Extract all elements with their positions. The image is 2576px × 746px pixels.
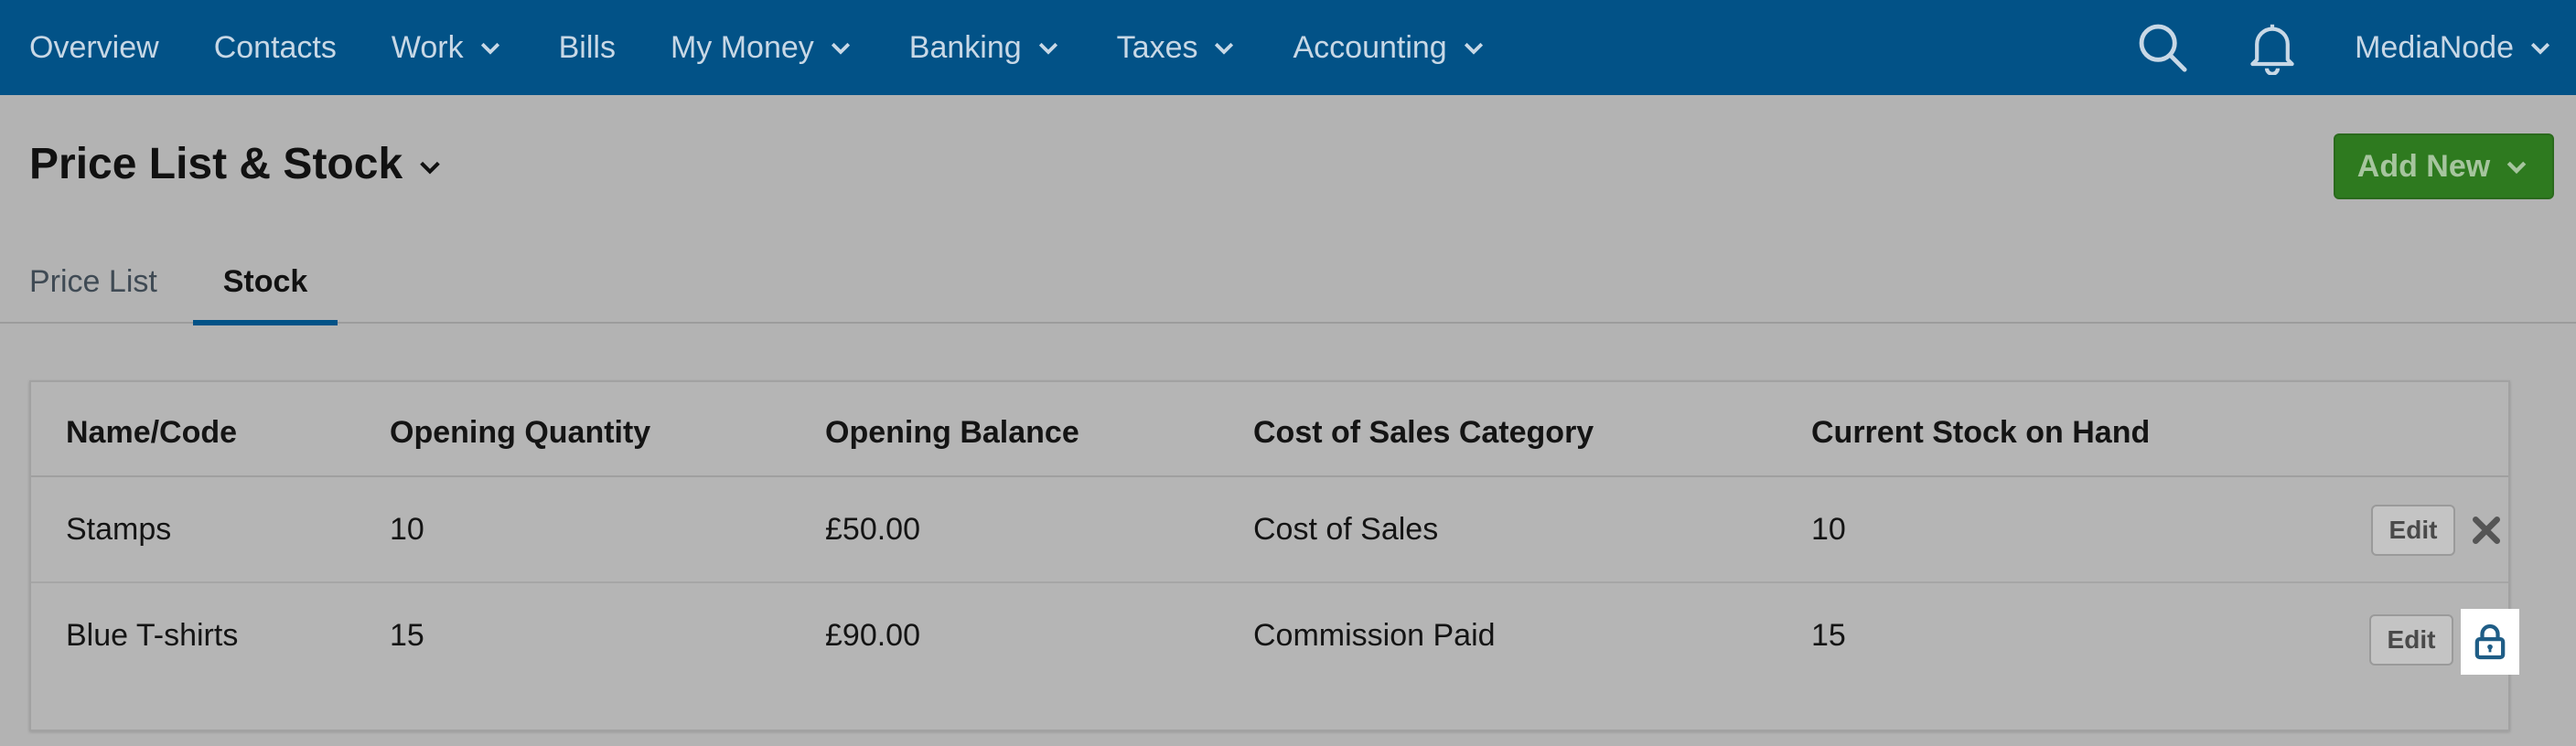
nav-right-tools: MediaNode: [2135, 0, 2554, 95]
nav-item-label: Accounting: [1293, 29, 1447, 65]
edit-button[interactable]: Edit: [2369, 614, 2453, 666]
stock-table: Name/Code Opening Quantity Opening Balan…: [29, 380, 2519, 731]
user-name: MediaNode: [2355, 29, 2514, 65]
search-icon[interactable]: [2135, 20, 2190, 75]
column-header[interactable]: Current Stock on Hand: [1811, 415, 2150, 451]
cost-of-sales-category: Cost of Sales: [1253, 512, 1439, 547]
chevron-down-icon: [1215, 42, 1234, 55]
nav-item-label: Taxes: [1116, 29, 1198, 65]
table-header-row: Name/Code Opening Quantity Opening Balan…: [31, 382, 2508, 477]
chevron-down-icon: [420, 161, 440, 175]
nav-item-label: Contacts: [213, 29, 337, 65]
nav-item-accounting[interactable]: Accounting: [1293, 0, 1487, 95]
nav-item-label: My Money: [670, 29, 814, 65]
page-title-dropdown[interactable]: Price List & Stock: [29, 139, 443, 189]
nav-item-label: Overview: [29, 29, 159, 65]
page-title: Price List & Stock: [29, 140, 403, 188]
edit-button[interactable]: Edit: [2371, 505, 2455, 556]
chevron-down-icon: [2506, 161, 2527, 175]
opening-quantity: 10: [390, 512, 424, 547]
stock-on-hand: 15: [1811, 618, 1846, 653]
nav-item-my-money[interactable]: My Money: [671, 0, 854, 95]
nav-item-taxes[interactable]: Taxes: [1117, 0, 1239, 95]
add-new-button[interactable]: Add New: [2334, 133, 2554, 199]
tab-bar: Price List Stock: [0, 240, 2576, 325]
chevron-down-icon: [480, 42, 499, 55]
chevron-down-icon: [2530, 42, 2550, 55]
item-name: Stamps: [66, 512, 172, 547]
nav-item-overview[interactable]: Overview: [29, 0, 159, 95]
chevron-down-icon: [1038, 42, 1057, 55]
main-nav-menu: Overview Contacts Work Bills My Money Ba…: [29, 0, 1542, 95]
column-header[interactable]: Opening Quantity: [390, 415, 650, 451]
user-menu[interactable]: MediaNode: [2355, 30, 2554, 66]
cost-of-sales-category: Commission Paid: [1253, 618, 1496, 653]
nav-item-label: Bills: [558, 29, 616, 65]
chevron-down-icon: [1464, 42, 1483, 55]
chevron-down-icon: [831, 42, 850, 55]
tab-stock[interactable]: Stock: [193, 240, 338, 325]
opening-balance: £90.00: [825, 618, 920, 653]
bell-icon[interactable]: [2245, 20, 2300, 75]
item-name: Blue T-shirts: [66, 618, 239, 653]
table-row[interactable]: Stamps 10 £50.00 Cost of Sales 10 Edit: [31, 477, 2508, 583]
nav-item-bills[interactable]: Bills: [559, 0, 616, 95]
nav-item-work[interactable]: Work: [392, 0, 504, 95]
opening-balance: £50.00: [825, 512, 920, 547]
tab-price-list[interactable]: Price List: [29, 240, 157, 324]
table-row[interactable]: Blue T-shirts 15 £90.00 Commission Paid …: [31, 583, 2519, 693]
column-header[interactable]: Name/Code: [66, 415, 237, 451]
nav-item-contacts[interactable]: Contacts: [214, 0, 337, 95]
stock-on-hand: 10: [1811, 512, 1846, 547]
nav-item-banking[interactable]: Banking: [909, 0, 1062, 95]
column-header[interactable]: Opening Balance: [825, 415, 1079, 451]
column-header[interactable]: Cost of Sales Category: [1253, 415, 1594, 451]
delete-x-icon[interactable]: [2468, 512, 2505, 549]
lock-icon[interactable]: [2461, 609, 2519, 675]
top-navigation: Overview Contacts Work Bills My Money Ba…: [0, 0, 2576, 95]
nav-item-label: Banking: [908, 29, 1022, 65]
opening-quantity: 15: [390, 618, 424, 653]
nav-item-label: Work: [391, 29, 464, 65]
add-new-label: Add New: [2356, 148, 2491, 184]
